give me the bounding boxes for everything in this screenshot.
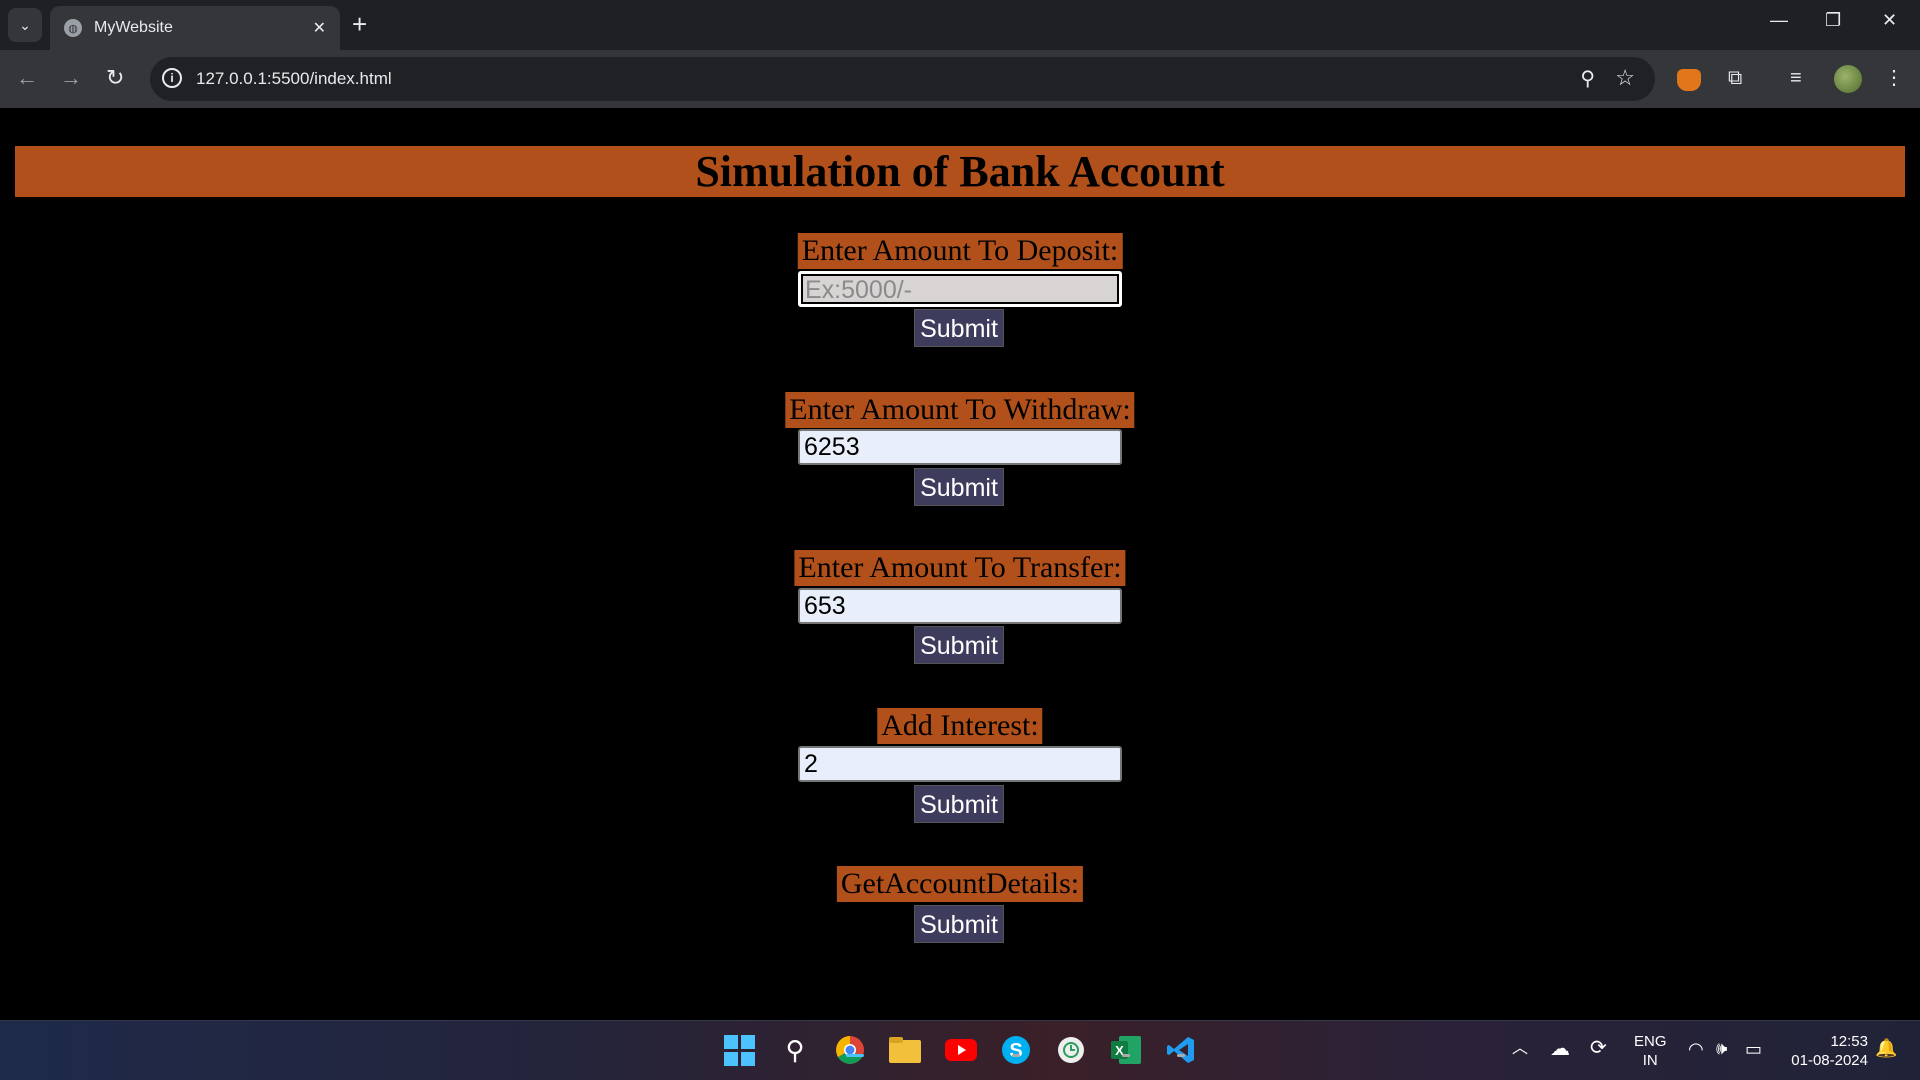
deposit-label: Enter Amount To Deposit: bbox=[797, 233, 1123, 269]
taskbar: ⚲ S X ︿ ☁ ⟳ ENG IN ◠ 🕪 ▭ 12:53 01-08-202… bbox=[0, 1020, 1920, 1080]
deposit-submit-button[interactable]: Submit bbox=[914, 309, 1004, 347]
language-indicator[interactable]: ENG IN bbox=[1634, 1032, 1667, 1070]
clock[interactable]: 12:53 01-08-2024 bbox=[1786, 1032, 1868, 1070]
minimize-button[interactable]: — bbox=[1770, 10, 1788, 31]
onedrive-icon[interactable]: ☁ bbox=[1550, 1039, 1570, 1059]
tab-search-button[interactable]: ⌄ bbox=[8, 8, 42, 42]
restore-button[interactable]: ❐ bbox=[1825, 10, 1841, 31]
bookmark-star-icon[interactable]: ☆ bbox=[1615, 65, 1635, 91]
date-text: 01-08-2024 bbox=[1791, 1052, 1868, 1069]
time-text: 12:53 bbox=[1830, 1033, 1868, 1050]
transfer-input[interactable]: 653 bbox=[798, 588, 1122, 624]
back-button[interactable]: ← bbox=[16, 65, 38, 91]
close-window-button[interactable]: ✕ bbox=[1882, 10, 1897, 31]
tab-strip: ⌄ ◍ MyWebsite ✕ + — ❐ ✕ bbox=[0, 0, 1920, 50]
file-explorer-icon[interactable] bbox=[888, 1033, 922, 1067]
search-icon[interactable]: ⚲ bbox=[778, 1033, 812, 1067]
excel-running-indicator bbox=[1122, 1054, 1130, 1057]
chevron-down-icon: ⌄ bbox=[19, 16, 31, 33]
withdraw-submit-button[interactable]: Submit bbox=[914, 468, 1004, 506]
forward-button[interactable]: → bbox=[60, 65, 82, 91]
chrome-icon[interactable] bbox=[833, 1033, 867, 1067]
metamask-extension-icon[interactable] bbox=[1677, 69, 1701, 91]
interest-label: Add Interest: bbox=[877, 708, 1043, 744]
details-label: GetAccountDetails: bbox=[836, 866, 1084, 902]
svg-text:S: S bbox=[1009, 1040, 1022, 1062]
details-submit-button[interactable]: Submit bbox=[914, 905, 1004, 943]
transfer-label: Enter Amount To Transfer: bbox=[794, 550, 1126, 586]
tray-overflow-icon[interactable]: ︿ bbox=[1512, 1039, 1528, 1058]
region-code: IN bbox=[1642, 1052, 1658, 1069]
language-code: ENG bbox=[1634, 1033, 1667, 1050]
excel-icon[interactable]: X bbox=[1109, 1033, 1143, 1067]
browser-tab[interactable]: ◍ MyWebsite ✕ bbox=[50, 6, 340, 50]
tab-title: MyWebsite bbox=[94, 19, 173, 36]
extensions-icon[interactable]: ⧉ bbox=[1728, 66, 1742, 90]
page-title: Simulation of Bank Account bbox=[695, 147, 1225, 196]
globe-icon: ◍ bbox=[64, 19, 82, 37]
skype-icon[interactable]: S bbox=[999, 1033, 1033, 1067]
start-button[interactable] bbox=[722, 1033, 756, 1067]
chrome-active-indicator bbox=[846, 1054, 864, 1057]
page-content: Simulation of Bank Account Enter Amount … bbox=[0, 108, 1920, 1020]
clock-app-icon[interactable] bbox=[1054, 1033, 1088, 1067]
vscode-running-indicator bbox=[1177, 1054, 1185, 1057]
battery-icon[interactable]: ▭ bbox=[1745, 1040, 1762, 1059]
wifi-icon[interactable]: ◠ bbox=[1688, 1040, 1704, 1059]
deposit-input[interactable]: Ex:5000/- bbox=[798, 271, 1122, 307]
windows-logo-icon bbox=[723, 1034, 755, 1066]
transfer-submit-button[interactable]: Submit bbox=[914, 626, 1004, 664]
sync-icon[interactable]: ⟳ bbox=[1590, 1038, 1607, 1058]
profile-avatar[interactable] bbox=[1834, 65, 1862, 93]
menu-icon[interactable]: ⋮ bbox=[1884, 66, 1904, 90]
volume-icon[interactable]: 🕪 bbox=[1716, 1039, 1727, 1058]
interest-submit-button[interactable]: Submit bbox=[914, 785, 1004, 823]
site-info-icon[interactable]: i bbox=[162, 68, 182, 88]
new-tab-button[interactable]: + bbox=[352, 10, 367, 38]
skype-running-indicator bbox=[1012, 1054, 1020, 1057]
deposit-placeholder: Ex:5000/- bbox=[805, 276, 913, 304]
withdraw-input[interactable]: 6253 bbox=[798, 429, 1122, 465]
youtube-icon[interactable] bbox=[944, 1033, 978, 1067]
interest-input[interactable]: 2 bbox=[798, 746, 1122, 782]
page-header: Simulation of Bank Account bbox=[15, 146, 1905, 197]
notification-bell-icon[interactable]: 🔔 bbox=[1875, 1039, 1897, 1058]
vscode-icon[interactable] bbox=[1164, 1033, 1198, 1067]
reload-button[interactable]: ↻ bbox=[106, 65, 124, 91]
media-control-icon[interactable]: ≡ bbox=[1790, 66, 1802, 90]
withdraw-label: Enter Amount To Withdraw: bbox=[785, 392, 1135, 428]
url-text: 127.0.0.1:5500/index.html bbox=[196, 69, 392, 88]
browser-toolbar: ← → ↻ i 127.0.0.1:5500/index.html ⚲ ☆ ⧉ … bbox=[0, 50, 1920, 108]
close-tab-icon[interactable]: ✕ bbox=[313, 18, 326, 38]
address-bar[interactable]: i 127.0.0.1:5500/index.html ⚲ ☆ bbox=[150, 57, 1655, 101]
zoom-icon[interactable]: ⚲ bbox=[1580, 66, 1595, 91]
